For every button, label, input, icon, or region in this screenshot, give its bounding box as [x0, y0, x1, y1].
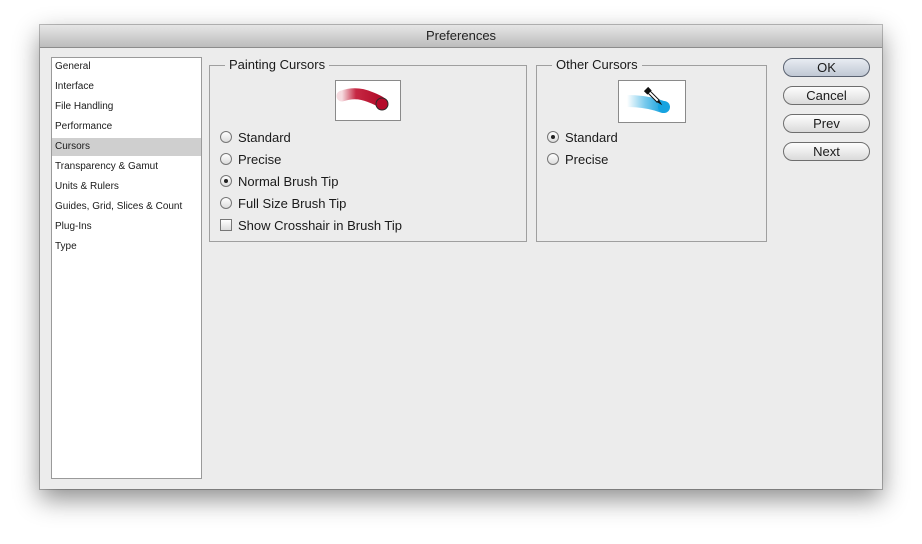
sidebar-item-plug-ins[interactable]: Plug-Ins [52, 218, 201, 236]
brush-stroke-icon [336, 88, 389, 111]
painting-cursor-preview [335, 80, 401, 121]
painting-normal-brush-tip-label: Normal Brush Tip [238, 174, 339, 189]
painting-standard-label: Standard [238, 130, 291, 145]
painting-full-size-brush-tip-radio[interactable] [220, 197, 232, 209]
sidebar-item-general[interactable]: General [52, 58, 201, 76]
other-cursor-preview [618, 80, 686, 123]
sidebar-item-interface[interactable]: Interface [52, 78, 201, 96]
sidebar-item-file-handling[interactable]: File Handling [52, 98, 201, 116]
other-precise-label: Precise [565, 152, 609, 167]
other-standard-radio[interactable] [547, 131, 559, 143]
window-title: Preferences [40, 25, 882, 48]
cancel-button[interactable]: Cancel [783, 86, 870, 105]
sidebar-item-guides-grid-slices-count[interactable]: Guides, Grid, Slices & Count [52, 198, 201, 216]
ok-button[interactable]: OK [783, 58, 870, 77]
other-cursors-group: Other Cursors Standard Precise [536, 57, 767, 242]
show-crosshair-checkbox[interactable] [220, 219, 232, 231]
painting-standard-radio[interactable] [220, 131, 232, 143]
eyedropper-icon [621, 86, 670, 113]
sidebar-item-performance[interactable]: Performance [52, 118, 201, 136]
preferences-dialog: Preferences General Interface File Handl… [40, 25, 882, 489]
painting-cursors-title: Painting Cursors [225, 57, 330, 73]
painting-full-size-brush-tip-label: Full Size Brush Tip [238, 196, 347, 211]
other-cursors-title: Other Cursors [552, 57, 642, 73]
sidebar-item-transparency-gamut[interactable]: Transparency & Gamut [52, 158, 201, 176]
preferences-sidebar: General Interface File Handling Performa… [51, 57, 202, 479]
painting-normal-brush-tip-radio[interactable] [220, 175, 232, 187]
painting-cursors-group: Painting Cursors Standard Precise Normal… [209, 57, 527, 242]
sidebar-item-cursors[interactable]: Cursors [52, 138, 201, 156]
sidebar-item-units-rulers[interactable]: Units & Rulers [52, 178, 201, 196]
other-precise-radio[interactable] [547, 153, 559, 165]
sidebar-item-type[interactable]: Type [52, 238, 201, 256]
other-standard-label: Standard [565, 130, 618, 145]
prev-button[interactable]: Prev [783, 114, 870, 133]
next-button[interactable]: Next [783, 142, 870, 161]
show-crosshair-label: Show Crosshair in Brush Tip [238, 218, 403, 233]
painting-precise-radio[interactable] [220, 153, 232, 165]
painting-precise-label: Precise [238, 152, 282, 167]
